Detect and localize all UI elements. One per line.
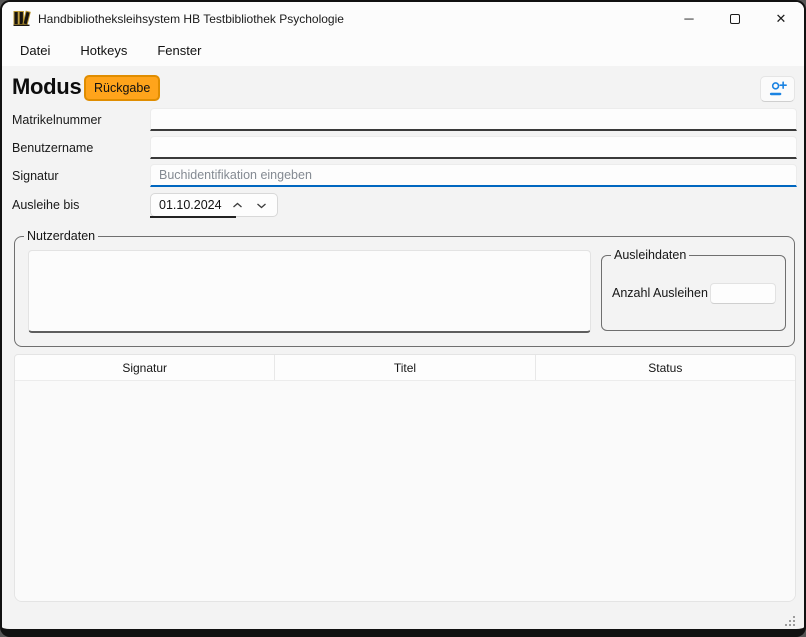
nutzerdaten-title: Nutzerdaten [24,229,98,243]
benutzername-label: Benutzername [12,141,93,155]
column-header-signatur[interactable]: Signatur [15,355,274,380]
mode-label: Modus [12,74,81,100]
menu-item-datei[interactable]: Datei [20,43,50,58]
maximize-button[interactable] [712,2,758,35]
minimize-button[interactable]: ─ [666,2,712,35]
mode-row: Modus Rückgabe [2,72,804,106]
mode-status-badge: Rückgabe [84,75,160,101]
anzahl-ausleihen-field[interactable] [710,283,776,304]
nutzerdaten-textarea[interactable] [28,250,591,333]
close-icon: ✕ [776,11,787,27]
nutzerdaten-groupbox: Nutzerdaten Ausleihdaten Anzahl Ausleihe… [14,236,795,347]
window-controls: ─ ✕ [666,2,804,35]
menu-item-fenster[interactable]: Fenster [157,43,201,58]
chevron-down-icon [256,202,267,209]
app-window: Handbibliotheksleihsystem HB Testbibliot… [0,0,806,637]
person-add-icon [768,81,787,97]
add-user-button[interactable] [760,76,795,102]
menu-bar: Datei Hotkeys Fenster [2,35,804,66]
anzahl-ausleihen-label: Anzahl Ausleihen [612,286,708,300]
books-app-icon [12,9,31,28]
signatur-label: Signatur [12,169,59,183]
menu-item-hotkeys[interactable]: Hotkeys [80,43,127,58]
column-header-titel[interactable]: Titel [275,355,534,380]
ausleihdaten-title: Ausleihdaten [611,248,689,262]
minimize-icon: ─ [684,11,693,26]
window-title: Handbibliotheksleihsystem HB Testbibliot… [38,12,344,26]
ausleihe-bis-value[interactable] [151,198,225,212]
loan-table-header: Signatur Titel Status [15,355,795,381]
benutzername-field[interactable] [150,136,797,159]
ausleihe-bis-label: Ausleihe bis [12,198,79,212]
loan-table: Signatur Titel Status [14,354,796,602]
date-increment-button[interactable] [225,195,249,215]
maximize-icon [730,14,740,24]
date-decrement-button[interactable] [249,195,273,215]
matrikelnummer-field[interactable] [150,108,797,131]
title-bar: Handbibliotheksleihsystem HB Testbibliot… [2,2,804,35]
matrikelnummer-label: Matrikelnummer [12,113,102,127]
close-button[interactable]: ✕ [758,2,804,35]
chevron-up-icon [232,202,243,209]
column-header-status[interactable]: Status [536,355,795,380]
resize-grip[interactable] [783,614,796,627]
ausleihdaten-groupbox: Ausleihdaten Anzahl Ausleihen [601,255,786,331]
ausleihe-bis-date-spinner[interactable] [150,193,278,217]
loan-table-body [15,381,795,602]
signatur-field[interactable] [150,164,797,187]
